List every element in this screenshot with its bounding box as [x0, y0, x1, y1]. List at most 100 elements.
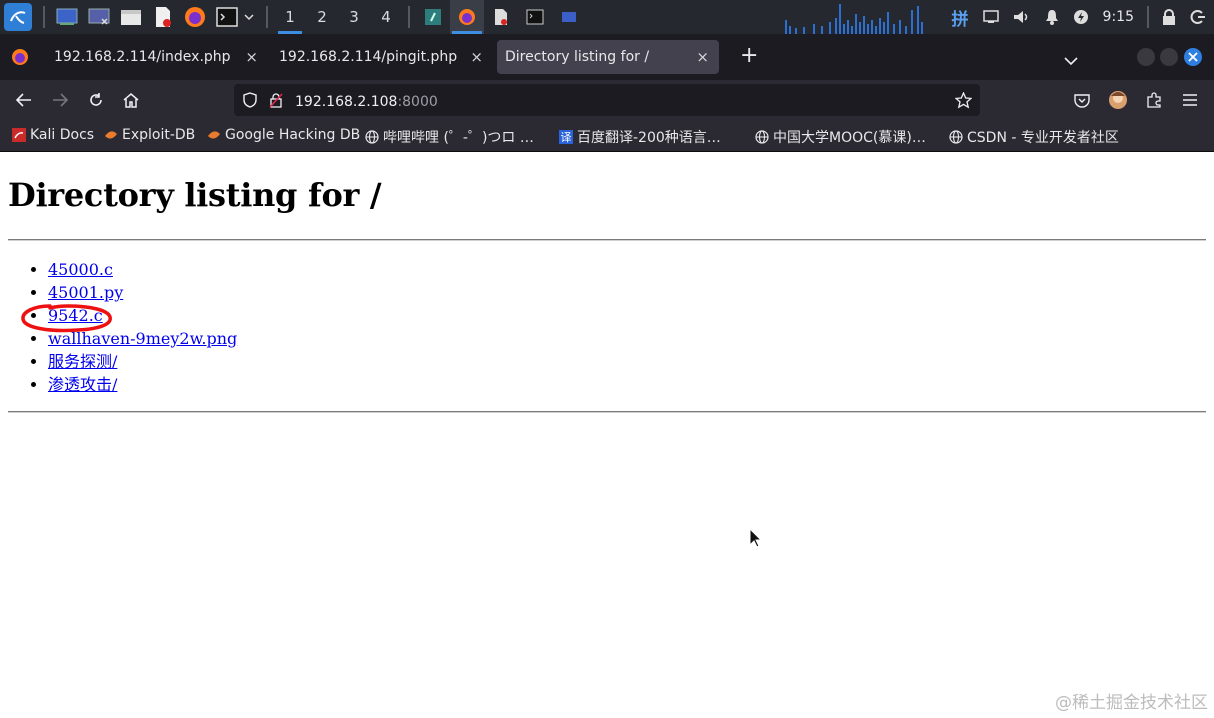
- bookmark-label: Kali Docs: [30, 127, 95, 143]
- close-window-button[interactable]: [1184, 48, 1202, 66]
- minimize-button[interactable]: [1137, 48, 1155, 66]
- divider: [8, 411, 1206, 413]
- workspace-3[interactable]: 3: [338, 0, 370, 34]
- bookmark-star-icon[interactable]: [955, 92, 972, 109]
- url-port: :8000: [397, 93, 438, 110]
- taskbar-app-text-editor[interactable]: [484, 0, 518, 34]
- folder-link-service-detection[interactable]: 服务探测/: [48, 352, 117, 371]
- file-link-45000-c[interactable]: 45000.c: [48, 260, 113, 279]
- maximize-button[interactable]: [1160, 48, 1178, 66]
- new-tab-button[interactable]: +: [740, 43, 758, 68]
- reload-button[interactable]: [85, 89, 107, 111]
- bookmark-label: 中国大学MOOC(慕课)…: [773, 130, 926, 146]
- taskbar-app-window[interactable]: [552, 0, 586, 34]
- forward-button[interactable]: [49, 89, 71, 111]
- close-tab-icon[interactable]: ×: [245, 48, 258, 66]
- bookmark-icourse-mooc[interactable]: 中国大学MOOC(慕课)…: [755, 127, 926, 147]
- page-title: Directory listing for /: [8, 176, 382, 214]
- list-all-tabs-icon[interactable]: [1064, 51, 1078, 70]
- list-item: 45001.py: [48, 281, 237, 304]
- url-text: 192.168.2.108:8000: [295, 91, 438, 110]
- mouse-cursor-icon: [749, 528, 763, 548]
- red-circle-annotation: [21, 304, 112, 333]
- taskbar-app-firefox[interactable]: [450, 0, 484, 34]
- cpu-usage-graph: [785, 4, 923, 34]
- page-content: Directory listing for / 45000.c 45001.py…: [0, 152, 1214, 718]
- globe-icon: [365, 130, 379, 144]
- taskbar-app-editor[interactable]: [416, 0, 450, 34]
- system-tray: 拼 9:15: [945, 0, 1214, 34]
- desktop-icon[interactable]: [56, 6, 78, 28]
- tab-label: Directory listing for /: [505, 49, 650, 65]
- bookmark-bilibili[interactable]: 哔哩哔哩 (゜-゜)つロ …: [365, 127, 534, 147]
- tab-strip: 192.168.2.114/index.php × 192.168.2.114/…: [0, 34, 1214, 80]
- tab-index-php[interactable]: 192.168.2.114/index.php ×: [42, 40, 268, 74]
- lock-icon[interactable]: [1162, 0, 1176, 34]
- ghdb-icon: [207, 128, 221, 142]
- folder-link-penetration-attack[interactable]: 渗透攻击/: [48, 375, 117, 394]
- taskbar-separator: [43, 6, 45, 28]
- bookmark-label: 哔哩哔哩 (゜-゜)つロ …: [383, 130, 534, 146]
- app-menu-icon[interactable]: [1179, 89, 1201, 111]
- bookmark-kali-docs[interactable]: Kali Docs: [12, 127, 94, 143]
- bookmark-google-hacking-db[interactable]: Google Hacking DB: [207, 127, 360, 143]
- bookmark-label: Google Hacking DB: [225, 127, 361, 143]
- home-button[interactable]: [120, 89, 142, 111]
- globe-icon: [755, 130, 769, 144]
- logout-icon[interactable]: [1190, 0, 1206, 34]
- bookmark-baidu-translate[interactable]: 译 百度翻译-200种语言…: [559, 127, 721, 147]
- url-host: 192.168.2.108: [295, 93, 398, 110]
- pocket-icon[interactable]: [1071, 89, 1093, 111]
- terminal-window-icon[interactable]: [88, 6, 110, 28]
- bookmark-csdn[interactable]: CSDN - 专业开发者社区: [949, 127, 1119, 147]
- navigation-toolbar: 192.168.2.108:8000: [0, 80, 1214, 120]
- tracking-protection-shield-icon[interactable]: [243, 92, 257, 108]
- baidu-translate-icon: 译: [559, 130, 573, 144]
- watermark: @稀土掘金技术社区: [1055, 693, 1208, 713]
- list-item: 渗透攻击/: [48, 373, 237, 396]
- volume-icon[interactable]: [1013, 0, 1031, 34]
- tab-directory-listing[interactable]: Directory listing for / ×: [497, 40, 719, 74]
- text-editor-icon[interactable]: [152, 6, 174, 28]
- chevron-down-icon[interactable]: [243, 6, 255, 28]
- power-status-icon[interactable]: [1073, 0, 1089, 34]
- firefox-view-icon[interactable]: [11, 48, 29, 70]
- extensions-icon[interactable]: [1143, 89, 1165, 111]
- taskbar-app-terminal[interactable]: [518, 0, 552, 34]
- terminal-icon[interactable]: [216, 6, 238, 28]
- globe-icon: [949, 130, 963, 144]
- kali-menu-icon[interactable]: [4, 3, 32, 31]
- taskbar-separator: [1147, 6, 1149, 28]
- list-item: 服务探测/: [48, 350, 237, 373]
- notification-bell-icon[interactable]: [1045, 0, 1059, 34]
- divider: [8, 239, 1206, 241]
- bookmarks-toolbar: Kali Docs Exploit-DB Google Hacking DB 哔…: [0, 120, 1214, 152]
- input-method-icon[interactable]: 拼: [952, 0, 969, 34]
- file-manager-icon[interactable]: [120, 6, 142, 28]
- tab-label: 192.168.2.114/index.php: [54, 49, 231, 65]
- insecure-connection-lock-icon[interactable]: [269, 92, 283, 108]
- tab-pingit-php[interactable]: 192.168.2.114/pingit.php ×: [267, 40, 493, 74]
- tab-label: 192.168.2.114/pingit.php: [279, 49, 458, 65]
- kali-docs-icon: [12, 128, 26, 142]
- exploit-db-icon: [104, 128, 118, 142]
- close-tab-icon[interactable]: ×: [470, 48, 483, 66]
- firefox-icon[interactable]: [184, 6, 206, 28]
- bookmark-label: CSDN - 专业开发者社区: [967, 130, 1119, 146]
- taskbar-separator: [266, 6, 268, 28]
- account-avatar-icon[interactable]: [1107, 89, 1129, 111]
- display-icon[interactable]: [982, 0, 999, 34]
- list-item: 45000.c: [48, 258, 237, 281]
- url-bar[interactable]: 192.168.2.108:8000: [234, 84, 980, 116]
- bookmark-exploit-db[interactable]: Exploit-DB: [104, 127, 195, 143]
- workspace-1[interactable]: 1: [274, 0, 306, 34]
- system-taskbar: 1 2 3 4 拼 9:15: [0, 0, 1214, 34]
- workspace-4[interactable]: 4: [370, 0, 402, 34]
- workspace-2[interactable]: 2: [306, 0, 338, 34]
- taskbar-separator: [408, 6, 410, 28]
- back-button[interactable]: [13, 89, 35, 111]
- bookmark-label: Exploit-DB: [122, 127, 196, 143]
- close-tab-icon[interactable]: ×: [696, 48, 709, 66]
- clock[interactable]: 9:15: [1103, 0, 1134, 34]
- file-link-45001-py[interactable]: 45001.py: [48, 283, 123, 302]
